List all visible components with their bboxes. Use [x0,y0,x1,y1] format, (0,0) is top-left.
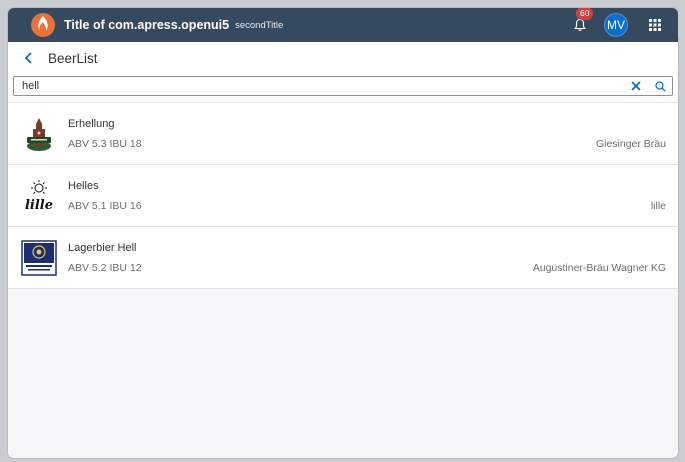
grid-icon [649,19,661,31]
shell-bar: Title of com.apress.openui5 secondTitle … [8,8,678,42]
page-title: BeerList [48,50,98,66]
beer-name: Erhellung [68,117,115,130]
notifications-button[interactable]: 60 [568,8,594,37]
page-header: BeerList [8,42,678,74]
user-avatar[interactable]: MV [604,13,628,37]
window-edge [678,8,685,38]
brewery-name: lille [650,199,666,212]
brewery-name: Augustiner-Bräu Wagner KG [532,261,666,274]
product-switcher-button[interactable] [642,13,668,37]
search-field[interactable] [13,76,673,96]
app-logo-icon[interactable] [30,12,56,38]
app-subtitle: secondTitle [235,19,284,31]
list-item[interactable]: lille Helles ABV 5.1 IBU 16 lille [8,165,678,227]
augustiner-logo [20,238,58,278]
app-title: Title of com.apress.openui5 [64,18,230,32]
list-item[interactable]: Lagerbier Hell ABV 5.2 IBU 12 Augustiner… [8,227,678,289]
bell-icon [573,18,587,31]
beer-abv-ibu: ABV 5.1 IBU 16 [68,199,142,212]
brewery-name: Giesinger Bräu [595,137,666,150]
giesinger-logo [20,114,58,154]
lille-logo: lille [20,176,58,216]
beer-abv-ibu: ABV 5.3 IBU 18 [68,137,142,150]
search-button[interactable] [648,77,672,95]
svg-text:lille: lille [25,198,53,213]
notification-count-badge: 60 [576,8,594,20]
beer-name: Helles [68,179,99,192]
app-window: Title of com.apress.openui5 secondTitle … [8,8,678,458]
clear-search-button[interactable] [624,77,648,95]
beer-name: Lagerbier Hell [68,241,137,254]
list-item[interactable]: Erhellung ABV 5.3 IBU 18 Giesinger Bräu [8,103,678,165]
search-input[interactable] [22,80,624,92]
search-bar [8,74,678,103]
beer-abv-ibu: ABV 5.2 IBU 12 [68,261,142,274]
close-icon [631,81,641,91]
back-arrow-icon[interactable] [22,51,36,65]
search-icon [654,80,666,92]
beer-list: Erhellung ABV 5.3 IBU 18 Giesinger Bräu … [8,103,678,289]
